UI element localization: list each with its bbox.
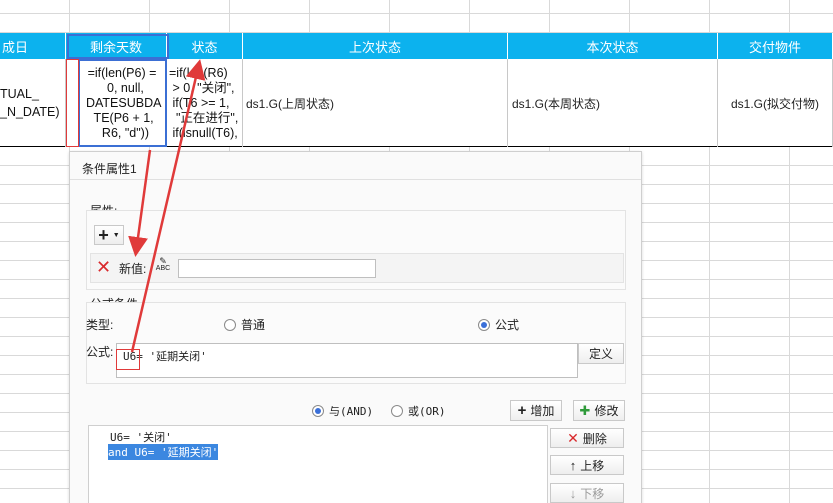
cell-deliverable[interactable]: ds1.G(拟交付物) [718, 59, 833, 147]
type-normal-label: 普通 [241, 318, 266, 332]
move-up-label: 上移 [580, 458, 605, 473]
delete-condition-button[interactable]: ✕ 删除 [550, 428, 624, 448]
abc-format-icon[interactable]: ✎ ABC [152, 256, 174, 278]
condition-item-selected[interactable]: and U6= '延期关闭' [108, 444, 219, 460]
delete-icon: ✕ [567, 429, 579, 446]
type-formula-label: 公式 [495, 318, 520, 332]
arrow-up-icon: ↑ [569, 457, 577, 473]
current-status-text: ds1.G(本周状态) [512, 96, 601, 111]
status-formula: =if(len(R6) > 0, "关闭", if(T6 >= 1, "正在进行… [169, 65, 239, 140]
chevron-down-icon: ▼ [112, 231, 120, 239]
type-formula-radio[interactable]: 公式 [478, 316, 519, 333]
condition-attributes-dialog: 条件属性1 属性: + ▼ ✕ 新值: ✎ABC 公式条件 类型: 普通 公式 … [69, 151, 642, 503]
formula-input[interactable]: U6= '延期关闭' [116, 343, 578, 378]
add-condition-label: 增加 [530, 404, 555, 418]
cell-status[interactable]: =if(len(R6) > 0, "关闭", if(T6 >= 1, "正在进行… [167, 59, 243, 147]
plus-icon: + [98, 225, 109, 245]
cell-actual-date[interactable]: TUAL_ _N_DATE) [0, 59, 66, 147]
edit-icon: ✚ [579, 402, 591, 418]
or-label: 或(OR) [408, 405, 446, 418]
radio-dot-selected [312, 405, 324, 417]
radio-dot [391, 405, 403, 417]
header-cell[interactable]: 成日 [0, 33, 66, 59]
dialog-title: 条件属性1 [82, 162, 137, 176]
formula-annotation-box [116, 349, 140, 370]
type-normal-radio[interactable]: 普通 [224, 316, 265, 333]
modify-condition-label: 修改 [594, 404, 619, 418]
modify-condition-button[interactable]: ✚ 修改 [573, 400, 625, 421]
header-cell-status[interactable]: 状态 [167, 33, 243, 59]
header-cell-last-status[interactable]: 上次状态 [243, 33, 508, 59]
deliverable-text: ds1.G(拟交付物) [730, 96, 819, 111]
add-attribute-button[interactable]: + ▼ [94, 225, 124, 245]
or-radio[interactable]: 或(OR) [391, 403, 446, 419]
cell-text: TUAL_ _N_DATE) [0, 87, 60, 119]
cell-selection-highlight [78, 59, 167, 147]
and-label: 与(AND) [329, 405, 374, 418]
move-down-button[interactable]: ↓ 下移 [550, 483, 624, 503]
plus-icon: + [517, 402, 527, 419]
and-radio[interactable]: 与(AND) [312, 403, 373, 419]
new-value-input[interactable] [178, 259, 376, 278]
title-divider [70, 179, 641, 180]
cell-last-status[interactable]: ds1.G(上周状态) [243, 59, 508, 147]
move-up-button[interactable]: ↑ 上移 [550, 455, 624, 475]
arrow-down-icon: ↓ [569, 485, 577, 501]
remove-attribute-icon[interactable]: ✕ [96, 258, 112, 276]
delete-label: 删除 [582, 431, 607, 446]
formula-label: 公式: [86, 345, 114, 359]
radio-dot-selected [478, 318, 490, 331]
radio-dot [224, 318, 236, 331]
define-button[interactable]: 定义 [578, 343, 624, 364]
cell-current-status[interactable]: ds1.G(本周状态) [508, 59, 718, 147]
move-down-label: 下移 [580, 486, 605, 501]
define-button-label: 定义 [588, 347, 613, 361]
header-cell-deliverable[interactable]: 交付物件 [718, 33, 833, 59]
last-status-text: ds1.G(上周状态) [246, 96, 335, 111]
spreadsheet-window: 成日 剩余天数 状态 上次状态 本次状态 交付物件 TUAL_ _N_DATE)… [0, 0, 833, 503]
type-label: 类型: [86, 318, 114, 332]
annotation-box [66, 59, 79, 147]
header-cell-current-status[interactable]: 本次状态 [508, 33, 718, 59]
add-condition-button[interactable]: + 增加 [510, 400, 562, 421]
new-value-label: 新值: [119, 262, 147, 276]
condition-item[interactable]: U6= '关闭' [110, 429, 172, 445]
column-selection-highlight [67, 34, 169, 59]
